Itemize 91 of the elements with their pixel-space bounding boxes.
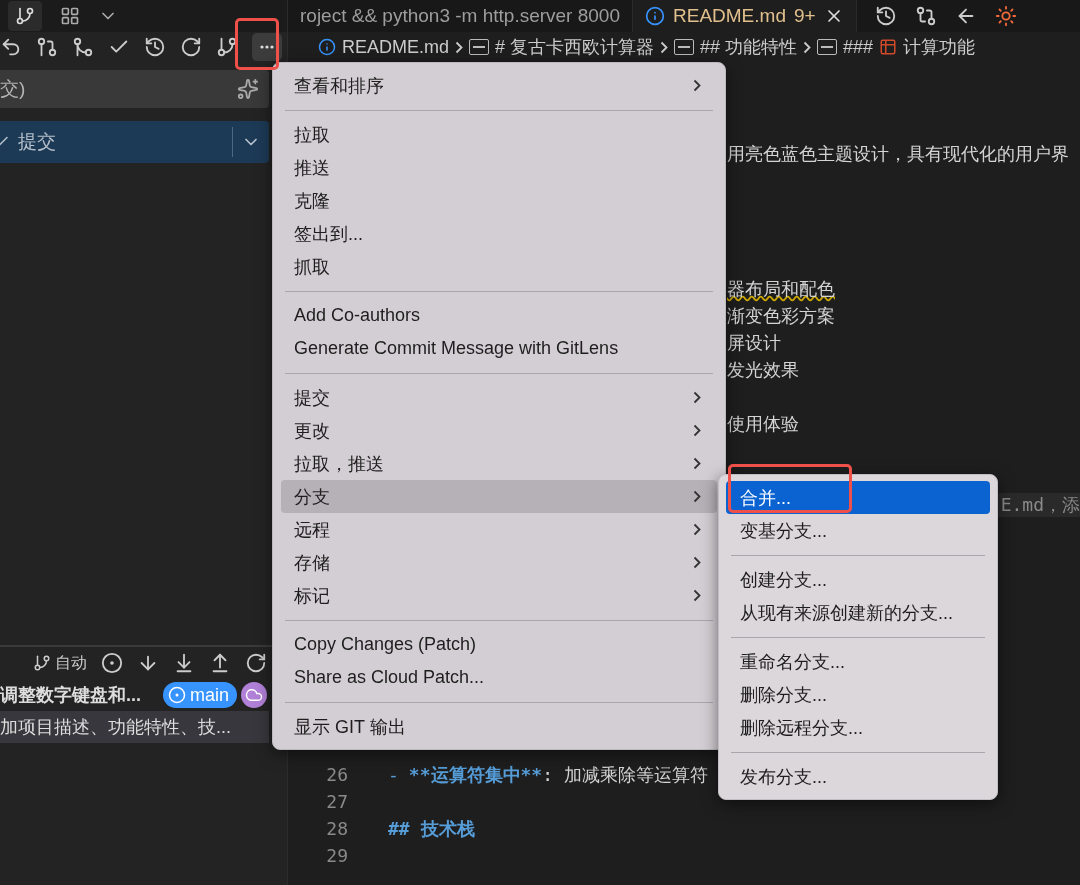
menu-item[interactable]: Copy Changes (Patch)	[281, 628, 717, 661]
target-icon	[168, 686, 186, 704]
merge-icon[interactable]	[72, 36, 94, 58]
commit-message-field[interactable]: 交)	[0, 70, 269, 108]
text-icon	[817, 39, 838, 55]
commit-row[interactable]: 调整数字键盘和... main	[0, 679, 269, 711]
menu-item[interactable]: 重命名分支...	[726, 645, 990, 678]
code-text: 用亮色蓝色主题设计，具有现代化的用户界	[727, 141, 1069, 166]
compare-icon[interactable]	[914, 5, 937, 27]
chevron-right-icon	[693, 79, 701, 92]
chevron-right-icon	[693, 589, 701, 602]
source-control-tab[interactable]	[8, 1, 42, 31]
menu-item[interactable]: 克隆	[281, 184, 717, 217]
line-number: 26	[325, 764, 348, 785]
line-number: 28	[325, 818, 348, 839]
chevron-right-icon	[693, 556, 701, 569]
menu-item[interactable]: 发布分支...	[726, 760, 990, 793]
branch-icon	[15, 6, 35, 26]
menu-item[interactable]: 存储	[281, 546, 717, 579]
pull-request-icon[interactable]	[36, 36, 58, 58]
problem-count: 9+	[793, 5, 816, 27]
menu-item[interactable]: 推送	[281, 151, 717, 184]
text-icon	[469, 39, 489, 55]
undo-icon[interactable]	[0, 36, 22, 58]
code-text: -	[388, 764, 399, 785]
menu-item[interactable]: 拉取	[281, 118, 717, 151]
menu-item[interactable]: 分支	[281, 480, 717, 513]
info-icon	[645, 6, 665, 26]
graph-mode-toggle[interactable]: 自动	[33, 652, 87, 674]
menu-item[interactable]: 签出到...	[281, 217, 717, 250]
menu-item[interactable]: Share as Cloud Patch...	[281, 661, 717, 694]
chevron-right-icon	[660, 40, 669, 54]
chevron-right-icon	[693, 523, 701, 536]
commit-button[interactable]: 提交	[0, 121, 269, 163]
menu-item[interactable]: 创建分支...	[726, 563, 990, 596]
code-text: 渐变色彩方案	[727, 303, 835, 328]
breadcrumb-item[interactable]: # 复古卡西欧计算器	[495, 35, 655, 59]
branch-icon	[33, 654, 51, 672]
menu-item[interactable]: 删除远程分支...	[726, 711, 990, 744]
code-text: 屏设计	[727, 330, 781, 355]
ellipsis-icon	[260, 45, 274, 49]
menu-item[interactable]: Add Co-authors	[281, 299, 717, 332]
code-text: 器布局和配色	[727, 276, 835, 301]
menu-item[interactable]: 删除分支...	[726, 678, 990, 711]
chevron-right-icon	[693, 490, 701, 503]
menu-item[interactable]: 显示 GIT 输出	[281, 710, 717, 743]
menu-item[interactable]: 查看和排序	[281, 69, 717, 102]
menu-item[interactable]: 远程	[281, 513, 717, 546]
line-number: 27	[325, 791, 348, 812]
chevron-right-icon	[803, 40, 812, 54]
menu-item[interactable]: 标记	[281, 579, 717, 612]
history-icon[interactable]	[874, 5, 897, 27]
branch-badge: main	[163, 682, 237, 708]
sparkle-icon[interactable]	[237, 78, 259, 100]
text-icon	[674, 39, 695, 55]
chevron-right-icon	[455, 40, 463, 54]
breadcrumb-item[interactable]: 计算功能	[903, 35, 976, 59]
sun-icon[interactable]	[994, 5, 1017, 27]
menu-item[interactable]: Generate Commit Message with GitLens	[281, 332, 717, 365]
tab-label: roject && python3 -m http.server 8000	[300, 5, 620, 27]
menu-item[interactable]: 拉取，推送	[281, 447, 717, 480]
info-icon	[318, 38, 336, 56]
menu-item[interactable]: 抓取	[281, 250, 717, 283]
grid-icon[interactable]	[60, 6, 80, 26]
menu-item[interactable]: 合并...	[726, 481, 990, 514]
menu-item[interactable]: 提交	[281, 381, 717, 414]
code-text: 发光效果	[727, 357, 799, 382]
refresh-icon[interactable]	[180, 36, 202, 58]
refresh-icon[interactable]	[245, 652, 267, 674]
tab-label: README.md	[673, 5, 786, 27]
code-text: ## 技术栈	[388, 816, 475, 841]
history-icon[interactable]	[144, 36, 166, 58]
editor-tab[interactable]: README.md 9+	[633, 0, 857, 32]
code-text: 使用体验	[727, 411, 799, 436]
branch-icon[interactable]	[216, 36, 238, 58]
code-text: : 加减乘除等运算符	[542, 762, 708, 787]
chevron-right-icon	[693, 457, 701, 470]
breadcrumb-item[interactable]: ## 功能特性	[700, 35, 798, 59]
line-number: 29	[325, 845, 348, 866]
breadcrumb-item[interactable]: README.md	[342, 36, 449, 58]
commit-row[interactable]: 加项目描述、功能特性、技...	[0, 711, 269, 743]
breadcrumb-item[interactable]: ###	[843, 36, 874, 58]
menu-item[interactable]: 更改	[281, 414, 717, 447]
menu-item[interactable]: 从现有来源创建新的分支...	[726, 596, 990, 629]
menu-item[interactable]: 变基分支...	[726, 514, 990, 547]
chevron-right-icon	[693, 391, 701, 404]
calculator-icon	[879, 38, 898, 56]
chevron-right-icon	[693, 424, 701, 437]
code-text: **运算符集中**	[408, 762, 543, 787]
target-icon[interactable]	[101, 652, 123, 674]
highlight-frame	[235, 18, 279, 70]
